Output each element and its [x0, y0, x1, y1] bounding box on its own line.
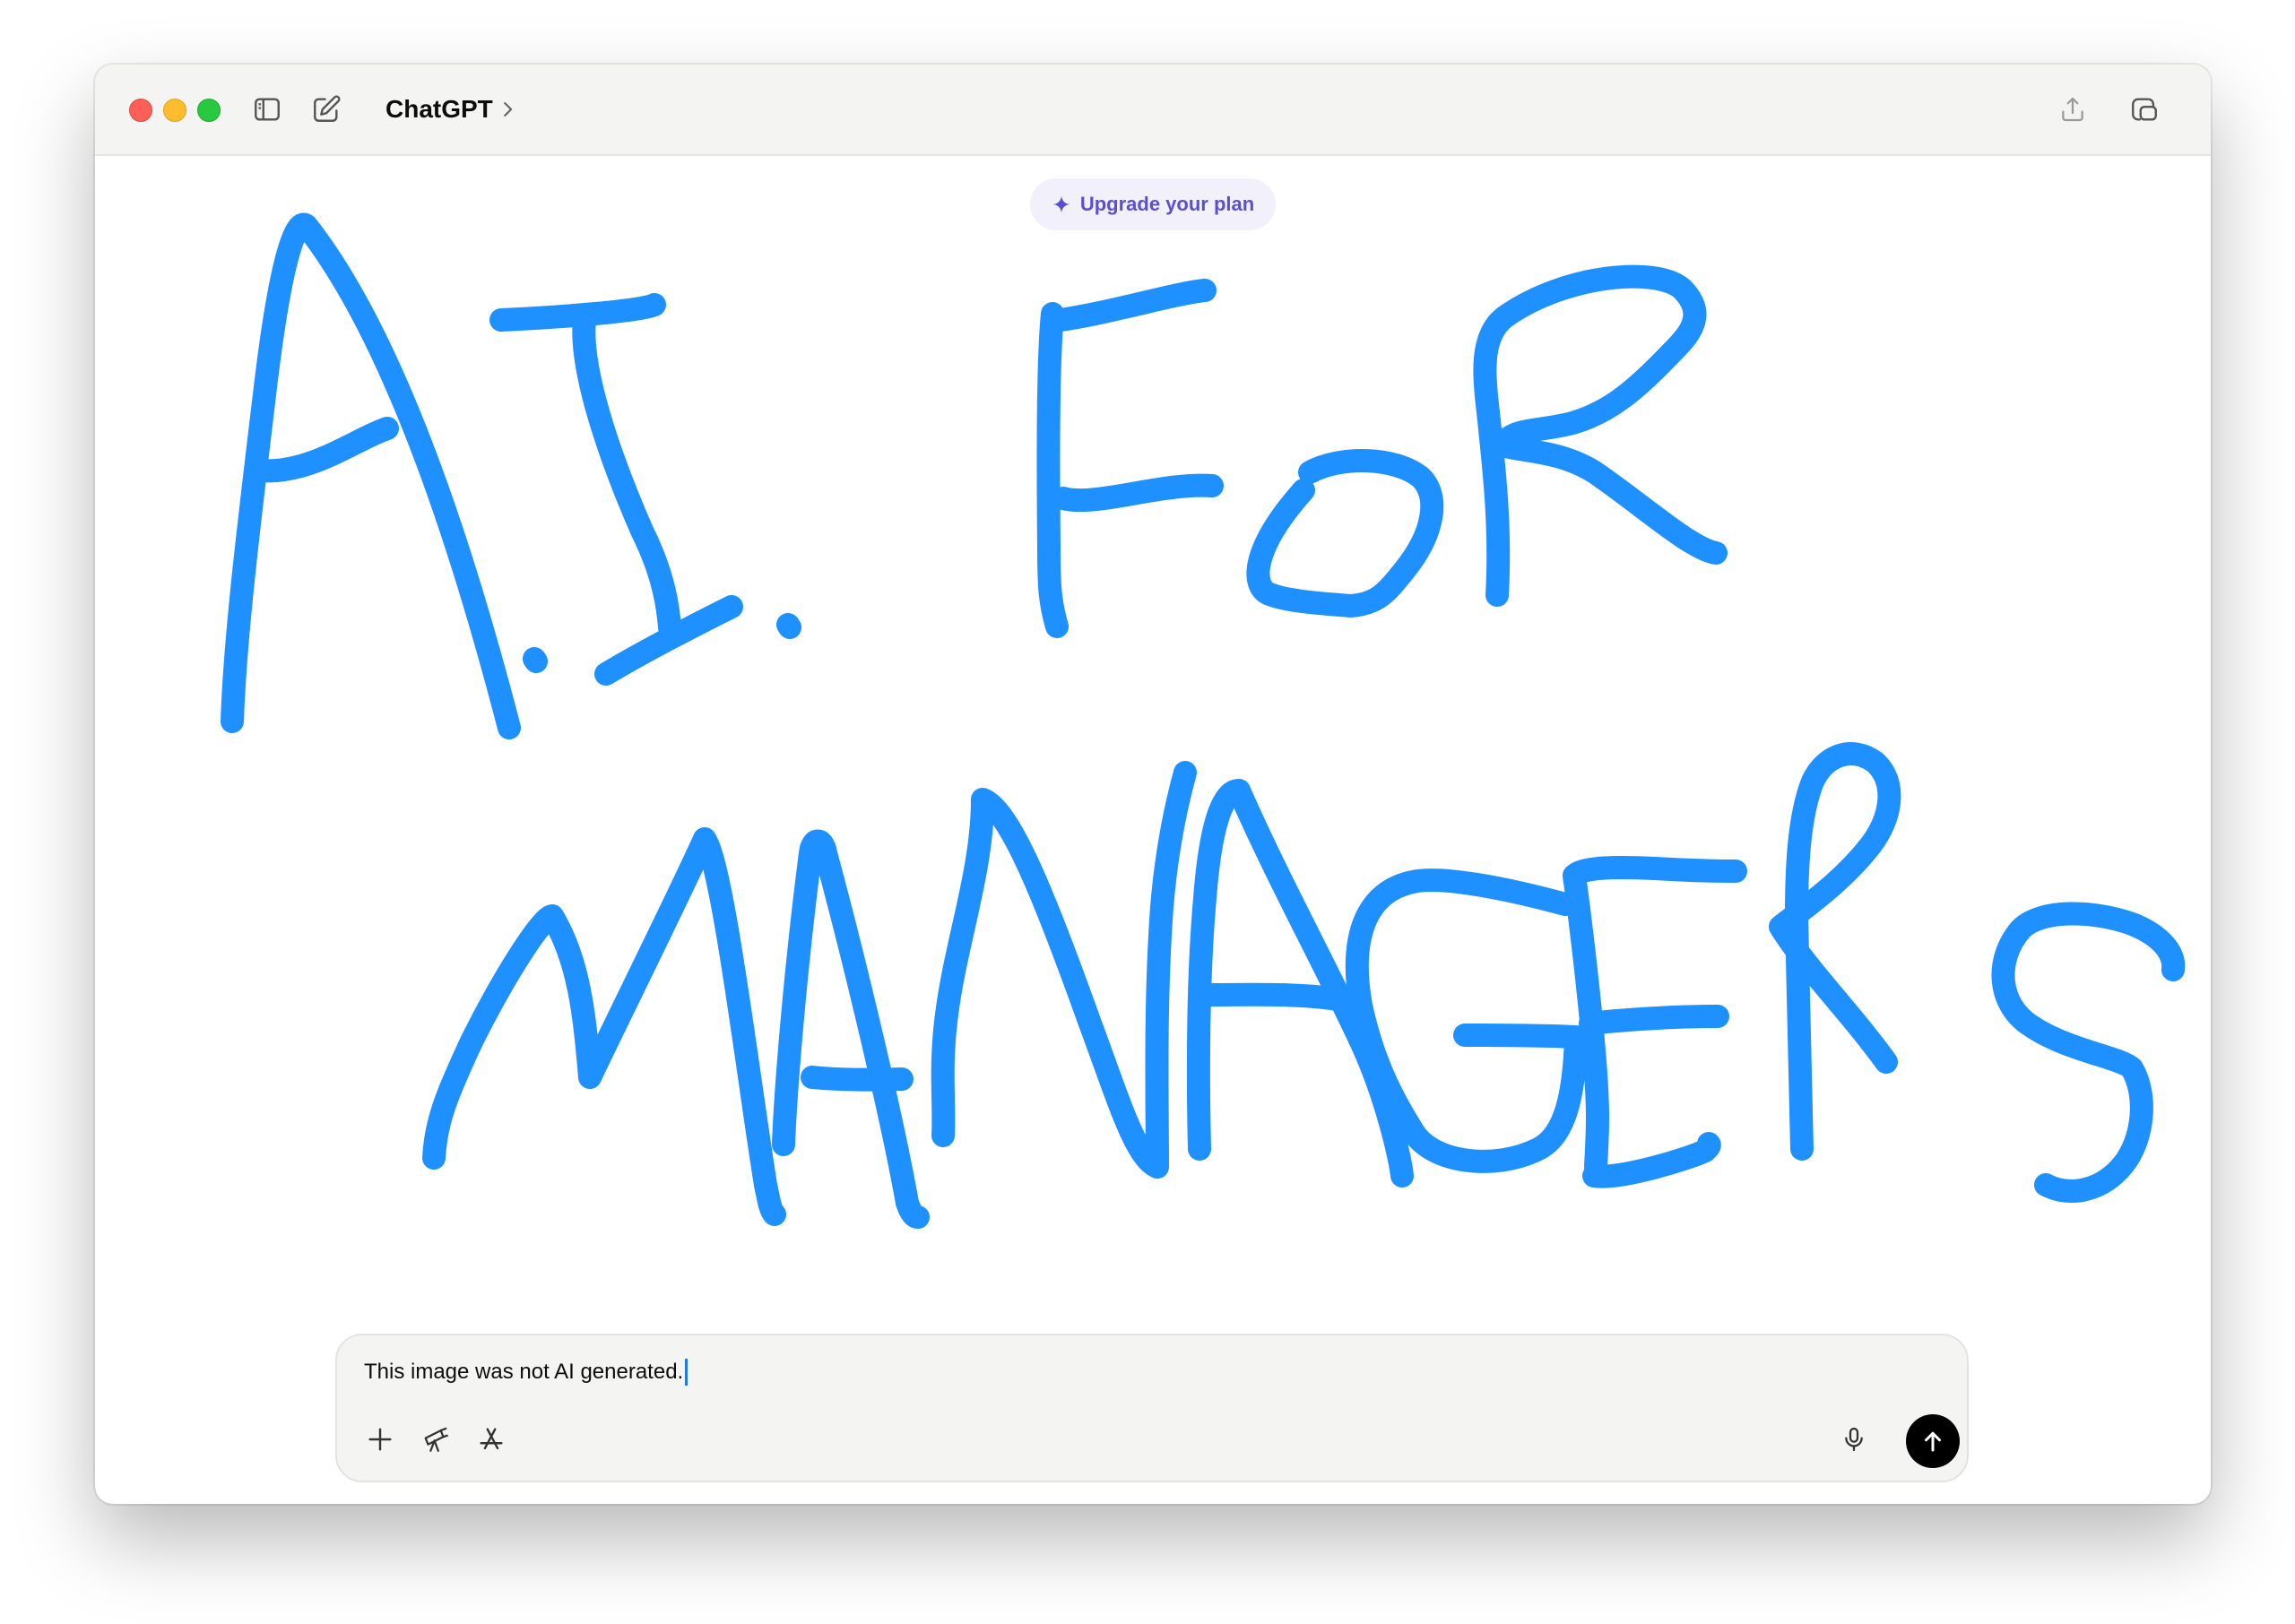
text-caret	[685, 1359, 688, 1386]
upgrade-plan-label: Upgrade your plan	[1079, 193, 1255, 215]
send-button[interactable]	[1906, 1414, 1960, 1468]
app-store-icon	[480, 1428, 503, 1450]
new-chat-button[interactable]	[308, 91, 344, 127]
plus-icon	[368, 1428, 392, 1451]
compose-icon	[314, 95, 341, 122]
sparkle-icon	[1052, 195, 1070, 213]
close-window-button[interactable]	[129, 99, 152, 122]
attach-button[interactable]	[360, 1420, 400, 1459]
share-button[interactable]	[2055, 91, 2091, 127]
voice-input-button[interactable]	[1834, 1420, 1874, 1459]
chevron-right-icon	[503, 102, 513, 117]
minimize-window-button[interactable]	[163, 99, 186, 122]
sidebar-icon	[255, 98, 280, 121]
screenshot-stage: ChatGPT Upgrade your plan This image was…	[0, 0, 2295, 1624]
app-title-text: ChatGPT	[385, 95, 493, 123]
tools-button[interactable]	[416, 1420, 455, 1459]
message-input-value: This image was not AI generated.	[364, 1360, 684, 1384]
telescope-icon	[424, 1427, 448, 1452]
microphone-icon	[1845, 1427, 1863, 1452]
window-icon	[2132, 98, 2157, 121]
message-input[interactable]: This image was not AI generated.	[364, 1359, 688, 1386]
window-mode-button[interactable]	[2126, 91, 2162, 127]
upgrade-plan-button[interactable]: Upgrade your plan	[1030, 178, 1276, 230]
handwritten-drawing	[221, 212, 2186, 1229]
title-bar: ChatGPT	[95, 65, 2211, 156]
model-selector[interactable]: ChatGPT	[385, 90, 515, 129]
app-window: ChatGPT Upgrade your plan This image was…	[95, 65, 2211, 1504]
arrow-up-icon	[1925, 1431, 1941, 1452]
share-icon	[2062, 97, 2083, 122]
apps-button[interactable]	[472, 1420, 511, 1459]
zoom-window-button[interactable]	[197, 99, 221, 122]
message-composer: This image was not AI generated.	[335, 1334, 1969, 1482]
sidebar-toggle-button[interactable]	[249, 91, 285, 127]
